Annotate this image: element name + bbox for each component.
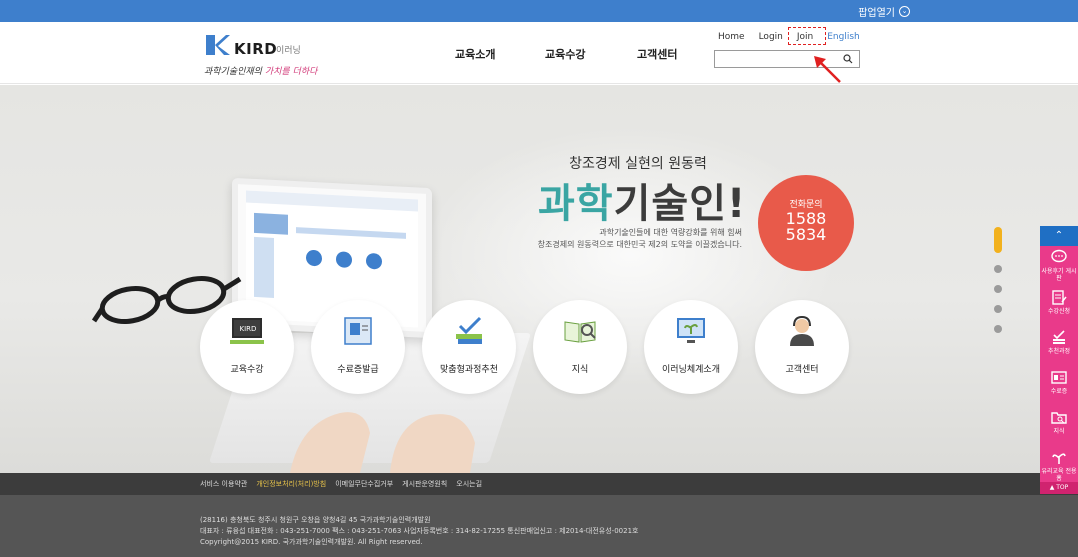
footer-link-terms[interactable]: 서비스 이용약관 <box>200 479 247 489</box>
slide-dot[interactable] <box>994 285 1002 293</box>
card-knowledge[interactable]: 지식 <box>533 300 627 394</box>
hero-headline: 과학기술인! <box>538 181 747 227</box>
footer-address: (28116) 충청북도 청주시 청원구 오창읍 양청4길 45 국가과학기술인… <box>200 516 431 524</box>
slide-dot-active[interactable] <box>994 227 1002 253</box>
site-header: KIRD 이러닝 과학기술인재의 가치를 더하다 교육소개 교육수강 고객센터 … <box>0 22 1078 84</box>
red-pointer-arrow-icon <box>814 56 841 83</box>
card-label: 교육수강 <box>230 365 264 375</box>
quick-certificate[interactable]: 수료증 <box>1040 366 1078 406</box>
footer-copyright: Copyright@2015 KIRD. 국가과학기술인력개발원. All Ri… <box>200 538 423 546</box>
logo-brand: KIRD <box>234 40 278 58</box>
monitor-plant-icon <box>677 318 705 343</box>
quick-knowledge[interactable]: 지식 <box>1040 406 1078 446</box>
popup-open-toggle[interactable]: 팝업열기 ⌄ <box>858 4 910 19</box>
join-highlight-box <box>788 27 826 45</box>
quick-menu-collapse-icon[interactable]: ⌃ <box>1040 226 1078 246</box>
english-link[interactable]: English <box>827 32 860 42</box>
footer-link-directions[interactable]: 오시는길 <box>456 479 482 489</box>
nav-item-support[interactable]: 고객센터 <box>637 46 677 62</box>
slide-dot[interactable] <box>994 325 1002 333</box>
card-customer-center[interactable]: 고객센터 <box>755 300 849 394</box>
phone-number: 1588 5834 <box>785 209 827 244</box>
top-utility-bar: 팝업열기 ⌄ <box>0 0 1078 22</box>
book-magnifier-icon <box>564 321 596 343</box>
nav-item-edu-intro[interactable]: 교육소개 <box>455 46 495 62</box>
home-link[interactable]: Home <box>718 32 745 42</box>
slide-dot[interactable] <box>994 305 1002 313</box>
card-label: 맞춤형과정추천 <box>440 365 498 375</box>
hero-banner: 창조경제 실현의 원동력 과학기술인! 과학기술인들에 대한 역량강화를 위해 … <box>0 85 1078 473</box>
slide-dot[interactable] <box>994 265 1002 273</box>
quick-service-cards: KIRD 교육수강 수료증발급 맞춤형과정추천 지식 이러닝체계소개 고객센터 <box>200 300 849 420</box>
card-label: 이러닝체계소개 <box>662 365 720 375</box>
login-link[interactable]: Login <box>759 32 783 42</box>
footer-link-bar: 서비스 이용약관 개인정보처리(처리)방침 이메일무단수집거부 게시판운영원칙 … <box>0 473 1078 495</box>
stack-check-icon <box>1053 330 1065 344</box>
hero-title: 창조경제 실현의 원동력 <box>569 156 707 172</box>
card-certificate[interactable]: 수료증발급 <box>311 300 405 394</box>
footer-links: 서비스 이용약관 개인정보처리(처리)방침 이메일무단수집거부 게시판운영원칙 … <box>200 479 482 489</box>
quick-enroll[interactable]: 수강신청 <box>1040 286 1078 326</box>
sprout-icon <box>1052 453 1066 464</box>
books-check-icon <box>456 316 482 344</box>
site-footer: (28116) 충청북도 청주시 청원구 오창읍 양청4길 45 국가과학기술인… <box>0 495 1078 557</box>
card-label: 지식 <box>571 365 589 375</box>
kird-logo[interactable]: KIRD 이러닝 과학기술인재의 가치를 더하다 <box>204 30 319 78</box>
card-label: 수료증발급 <box>337 365 379 375</box>
logo-tagline: 과학기술인재의 가치를 더하다 <box>204 67 318 77</box>
footer-link-email-refusal[interactable]: 이메일무단수집거부 <box>335 479 393 489</box>
card-custom-course[interactable]: 맞춤형과정추천 <box>422 300 516 394</box>
footer-info: (28116) 충청북도 청주시 청원구 오창읍 양청4길 45 국가과학기술인… <box>200 515 638 548</box>
svg-text:KIRD: KIRD <box>240 325 257 333</box>
clipboard-pencil-icon <box>1052 290 1067 305</box>
phone-inquiry-badge: 전화문의 1588 5834 <box>758 175 854 271</box>
chevron-down-icon: ⌄ <box>899 6 910 17</box>
folder-search-icon <box>1051 412 1067 424</box>
certificate-icon <box>344 317 372 345</box>
quick-review-board[interactable]: 사용후기 게시판 <box>1040 246 1078 286</box>
headset-agent-icon <box>790 315 814 346</box>
id-card-icon <box>1051 371 1067 384</box>
back-to-top-button[interactable]: ▲ TOP <box>1040 482 1078 494</box>
nav-item-course[interactable]: 교육수강 <box>545 46 585 62</box>
quick-ethics-education[interactable]: 유리교육 전용홈 <box>1040 446 1078 486</box>
quick-recommended[interactable]: 추천과정 <box>1040 326 1078 366</box>
kird-logo-mark-icon <box>206 35 230 55</box>
card-label: 고객센터 <box>785 365 819 375</box>
popup-open-label: 팝업열기 <box>858 8 895 19</box>
hero-description: 과학기술인들에 대한 역량강화를 위해 힘써 창조경제의 원동력으로 대한민국 … <box>537 228 742 249</box>
quick-menu: ⌃ 사용후기 게시판 수강신청 추천과정 수료증 지식 유리교육 전용홈 ▲ T… <box>1040 226 1078 494</box>
card-elearning-system[interactable]: 이러닝체계소개 <box>644 300 738 394</box>
search-icon[interactable] <box>843 54 853 64</box>
footer-link-privacy[interactable]: 개인정보처리(처리)방침 <box>256 479 326 489</box>
slide-pagination <box>990 227 1006 337</box>
speech-bubble-icon <box>1051 249 1067 263</box>
logo-sub: 이러닝 <box>276 46 301 56</box>
blackboard-icon: KIRD <box>230 318 264 344</box>
footer-contact: 대표자 : 류융섭 대표전화 : 043-251-7000 팩스 : 043-2… <box>200 527 639 535</box>
footer-link-board-policy[interactable]: 게시판운영원칙 <box>402 479 447 489</box>
card-course-enroll[interactable]: KIRD 교육수강 <box>200 300 294 394</box>
